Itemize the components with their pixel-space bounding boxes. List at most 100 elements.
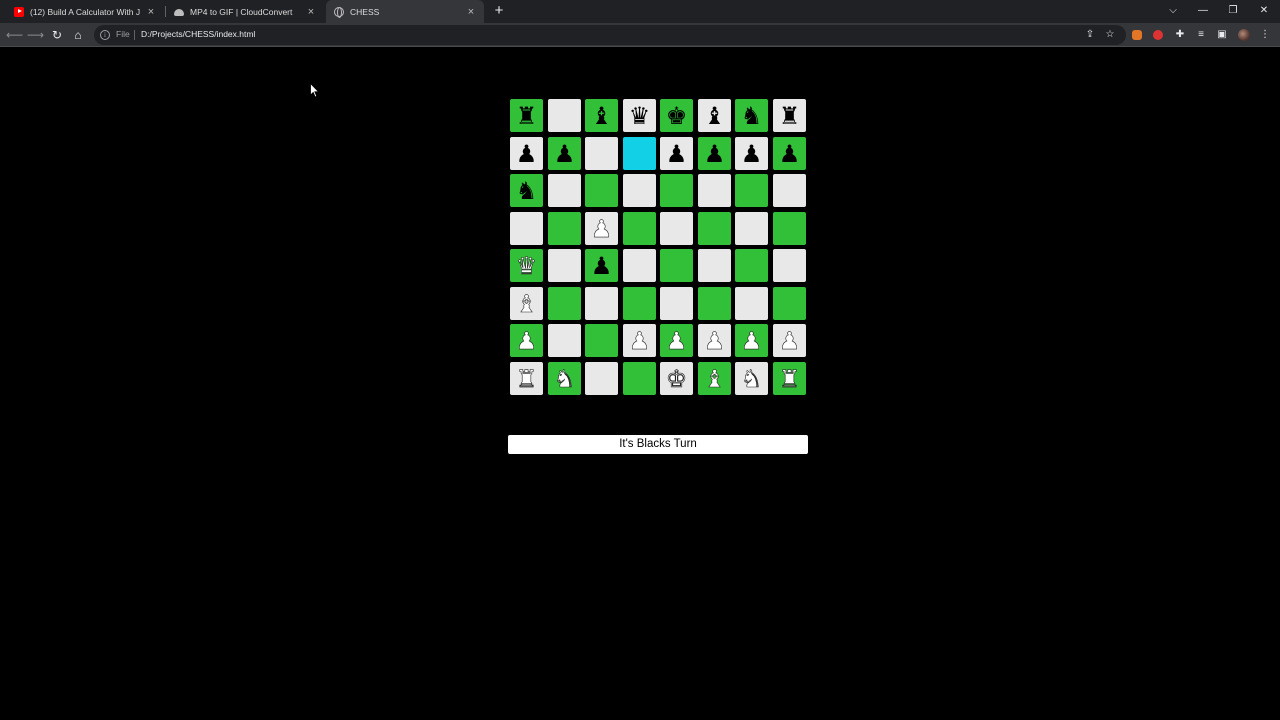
board-square-c1[interactable]: [585, 362, 618, 395]
board-square-h6[interactable]: [773, 174, 806, 207]
white-pawn-icon[interactable]: ♟: [590, 216, 612, 241]
bookmark-star-icon[interactable]: ☆: [1103, 28, 1117, 42]
black-bishop-icon[interactable]: ♝: [591, 104, 613, 128]
white-pawn-icon[interactable]: ♟: [515, 328, 537, 353]
board-square-c2[interactable]: [585, 324, 618, 357]
board-square-d7[interactable]: [623, 137, 656, 170]
reload-button[interactable]: ↻: [49, 27, 65, 43]
white-rook-icon[interactable]: ♜: [515, 366, 537, 391]
black-pawn-icon[interactable]: ♟: [516, 142, 538, 166]
white-bishop-icon[interactable]: ♝: [515, 291, 537, 316]
white-pawn-icon[interactable]: ♟: [740, 328, 762, 353]
black-pawn-icon[interactable]: ♟: [741, 142, 763, 166]
close-tab-icon[interactable]: ×: [146, 6, 156, 17]
board-square-h2[interactable]: ♟: [773, 324, 806, 357]
black-pawn-icon[interactable]: ♟: [554, 142, 576, 166]
board-square-d8[interactable]: ♛: [623, 99, 656, 132]
board-square-b3[interactable]: [548, 287, 581, 320]
black-pawn-icon[interactable]: ♟: [666, 142, 688, 166]
board-square-a6[interactable]: ♞: [510, 174, 543, 207]
white-pawn-icon[interactable]: ♟: [778, 328, 800, 353]
board-square-h5[interactable]: [773, 212, 806, 245]
black-knight-icon[interactable]: ♞: [741, 104, 763, 128]
white-pawn-icon[interactable]: ♟: [628, 328, 650, 353]
board-square-b7[interactable]: ♟: [548, 137, 581, 170]
white-bishop-icon[interactable]: ♝: [703, 366, 725, 391]
board-square-a5[interactable]: [510, 212, 543, 245]
address-bar[interactable]: i File D:/Projects/CHESS/index.html: [94, 25, 1126, 45]
board-square-g4[interactable]: [735, 249, 768, 282]
back-button[interactable]: ⟵: [6, 27, 23, 43]
board-square-e4[interactable]: [660, 249, 693, 282]
board-square-e5[interactable]: [660, 212, 693, 245]
board-square-a4[interactable]: ♛: [510, 249, 543, 282]
black-knight-icon[interactable]: ♞: [516, 179, 538, 203]
white-rook-icon[interactable]: ♜: [778, 366, 800, 391]
board-square-a7[interactable]: ♟: [510, 137, 543, 170]
home-button[interactable]: ⌂: [70, 27, 86, 43]
board-square-g3[interactable]: [735, 287, 768, 320]
white-pawn-icon[interactable]: ♟: [665, 328, 687, 353]
info-icon[interactable]: i: [100, 30, 110, 40]
black-queen-icon[interactable]: ♛: [629, 104, 651, 128]
board-square-f2[interactable]: ♟: [698, 324, 731, 357]
board-square-f1[interactable]: ♝: [698, 362, 731, 395]
board-square-f7[interactable]: ♟: [698, 137, 731, 170]
board-square-b8[interactable]: [548, 99, 581, 132]
black-pawn-icon[interactable]: ♟: [704, 142, 726, 166]
close-tab-icon[interactable]: ×: [466, 6, 476, 17]
board-square-d6[interactable]: [623, 174, 656, 207]
board-square-h3[interactable]: [773, 287, 806, 320]
forward-button[interactable]: ⟶: [27, 27, 44, 43]
new-tab-button[interactable]: +: [491, 2, 507, 20]
reading-list-icon[interactable]: ≡: [1194, 28, 1208, 42]
board-square-f5[interactable]: [698, 212, 731, 245]
white-king-icon[interactable]: ♚: [665, 366, 687, 391]
board-square-a1[interactable]: ♜: [510, 362, 543, 395]
board-square-c5[interactable]: ♟: [585, 212, 618, 245]
black-pawn-icon[interactable]: ♟: [779, 142, 801, 166]
extensions-puzzle-icon[interactable]: ✚: [1173, 28, 1187, 42]
board-square-g8[interactable]: ♞: [735, 99, 768, 132]
board-square-a3[interactable]: ♝: [510, 287, 543, 320]
black-rook-icon[interactable]: ♜: [516, 104, 538, 128]
board-square-g6[interactable]: [735, 174, 768, 207]
white-queen-icon[interactable]: ♛: [515, 253, 537, 278]
board-square-e2[interactable]: ♟: [660, 324, 693, 357]
board-square-b5[interactable]: [548, 212, 581, 245]
url-text[interactable]: D:/Projects/CHESS/index.html: [141, 29, 255, 39]
board-square-d2[interactable]: ♟: [623, 324, 656, 357]
minimize-button[interactable]: —: [1188, 0, 1218, 23]
white-knight-icon[interactable]: ♞: [740, 366, 762, 391]
board-square-b4[interactable]: [548, 249, 581, 282]
restore-button[interactable]: ❐: [1218, 0, 1248, 23]
board-square-e7[interactable]: ♟: [660, 137, 693, 170]
board-square-b6[interactable]: [548, 174, 581, 207]
board-square-h7[interactable]: ♟: [773, 137, 806, 170]
close-tab-icon[interactable]: ×: [306, 6, 316, 17]
board-square-g7[interactable]: ♟: [735, 137, 768, 170]
board-square-b1[interactable]: ♞: [548, 362, 581, 395]
close-window-button[interactable]: ✕: [1249, 0, 1279, 23]
board-square-d3[interactable]: [623, 287, 656, 320]
white-pawn-icon[interactable]: ♟: [703, 328, 725, 353]
board-square-g2[interactable]: ♟: [735, 324, 768, 357]
black-king-icon[interactable]: ♚: [666, 104, 688, 128]
board-square-h4[interactable]: [773, 249, 806, 282]
board-square-e1[interactable]: ♚: [660, 362, 693, 395]
white-knight-icon[interactable]: ♞: [553, 366, 575, 391]
board-square-f6[interactable]: [698, 174, 731, 207]
tab-search-chevron-icon[interactable]: ⌵: [1158, 0, 1188, 23]
board-square-f8[interactable]: ♝: [698, 99, 731, 132]
share-icon[interactable]: ⇪: [1083, 28, 1097, 42]
tab-chess[interactable]: CHESS ×: [326, 0, 484, 23]
board-square-h8[interactable]: ♜: [773, 99, 806, 132]
board-square-e3[interactable]: [660, 287, 693, 320]
board-square-f3[interactable]: [698, 287, 731, 320]
board-square-c7[interactable]: [585, 137, 618, 170]
board-square-g5[interactable]: [735, 212, 768, 245]
tab-cloudconvert[interactable]: MP4 to GIF | CloudConvert ×: [166, 0, 324, 23]
board-square-d1[interactable]: [623, 362, 656, 395]
board-square-c6[interactable]: [585, 174, 618, 207]
black-rook-icon[interactable]: ♜: [779, 104, 801, 128]
